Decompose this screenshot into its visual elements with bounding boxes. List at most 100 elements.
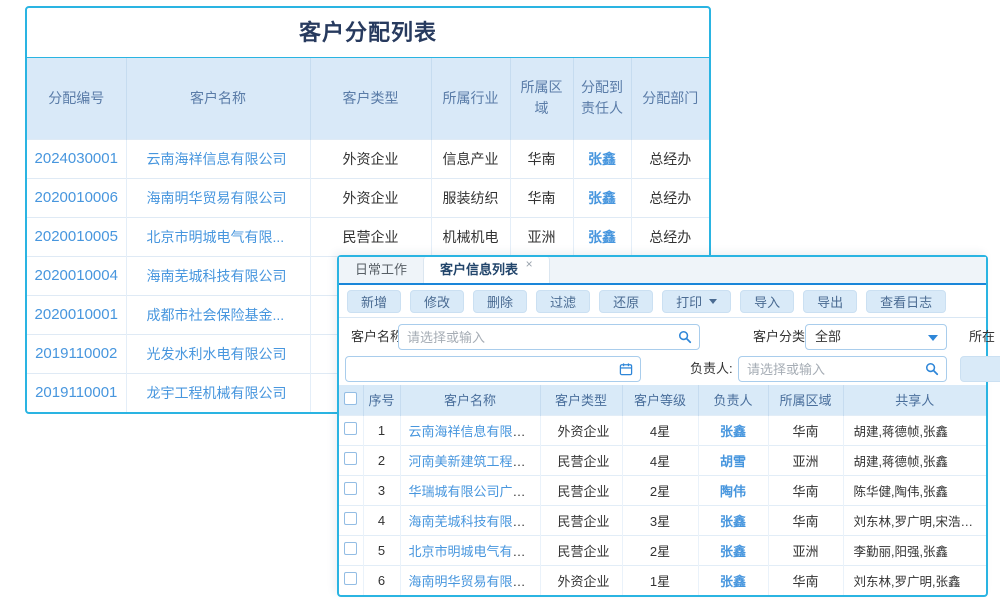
- row-checkbox[interactable]: [344, 572, 357, 585]
- customer-level-cell: 4星: [622, 415, 698, 445]
- view-log-button[interactable]: 查看日志: [866, 290, 946, 313]
- date-input[interactable]: [346, 357, 640, 381]
- print-button[interactable]: 打印: [662, 290, 731, 313]
- delete-button[interactable]: 删除: [473, 290, 527, 313]
- customer-type-cell: 外资企业: [310, 178, 431, 217]
- customer-name-link[interactable]: 云南海祥信息有限公司: [409, 424, 539, 439]
- shared-cell: 陈华健,陶伟,张鑫: [843, 475, 986, 505]
- allocation-id-link[interactable]: 2019110001: [35, 384, 117, 401]
- industry-cell: 服装纺织: [431, 178, 510, 217]
- owner-link[interactable]: 张鑫: [720, 424, 746, 439]
- row-checkbox[interactable]: [344, 542, 357, 555]
- customer-name-filter-box: [398, 324, 700, 350]
- row-checkbox[interactable]: [344, 512, 357, 525]
- table-row: 2020010006 海南明华贸易有限公司 外资企业 服装纺织 华南 张鑫 总经…: [27, 178, 709, 217]
- customer-header-row: 序号 客户名称 客户类型 客户等级 负责人 所属区域 共享人: [339, 385, 986, 415]
- customer-name-link[interactable]: 龙宇工程机械有限公司: [147, 385, 287, 401]
- region-cell: 华南: [510, 178, 573, 217]
- edit-button[interactable]: 修改: [410, 290, 464, 313]
- customer-type-cell: 外资企业: [540, 415, 622, 445]
- tab-customer-info-list[interactable]: 客户信息列表 ×: [423, 257, 550, 283]
- restore-button[interactable]: 还原: [599, 290, 653, 313]
- customer-type-cell: 外资企业: [310, 139, 431, 178]
- column-header-owner: 负责人: [698, 385, 768, 415]
- shared-cell: 胡建,蒋德帧,张鑫: [843, 415, 986, 445]
- customer-name-link[interactable]: 河南美新建筑工程公司: [409, 454, 539, 469]
- add-button[interactable]: 新增: [347, 290, 401, 313]
- allocation-id-link[interactable]: 2020010001: [35, 306, 118, 323]
- owner-input[interactable]: [739, 357, 946, 381]
- customer-name-link[interactable]: 成都市社会保险基金...: [147, 307, 285, 323]
- close-icon[interactable]: ×: [526, 257, 533, 271]
- index-cell: 3: [363, 475, 400, 505]
- date-filter-box: [345, 356, 641, 382]
- import-button[interactable]: 导入: [740, 290, 794, 313]
- shared-cell: 刘东林,罗广明,宋浩然,张鑫: [843, 505, 986, 535]
- row-checkbox[interactable]: [344, 482, 357, 495]
- owner-link[interactable]: 陶伟: [720, 484, 746, 499]
- customer-level-cell: 1星: [622, 565, 698, 595]
- page-title: 客户分配列表: [27, 8, 709, 58]
- owner-link[interactable]: 张鑫: [588, 151, 616, 167]
- search-icon[interactable]: [678, 330, 692, 344]
- allocation-id-link[interactable]: 2020010006: [35, 189, 118, 206]
- search-icon[interactable]: [925, 362, 939, 376]
- customer-name-link[interactable]: 北京市明城电气有限公司: [409, 544, 541, 559]
- customer-name-link[interactable]: 海南芜城科技有限公司: [409, 514, 539, 529]
- owner-filter-label: 负责人:: [690, 356, 733, 382]
- column-header-customer-type: 客户类型: [540, 385, 622, 415]
- region-cell: 华南: [768, 475, 843, 505]
- customer-name-link[interactable]: 海南明华贸易有限公司: [147, 190, 287, 206]
- allocation-id-link[interactable]: 2024030001: [35, 150, 118, 167]
- allocation-id-link[interactable]: 2019110002: [35, 345, 117, 362]
- allocation-id-link[interactable]: 2020010005: [35, 228, 118, 245]
- region-cell: 亚洲: [510, 217, 573, 256]
- allocation-id-link[interactable]: 2020010004: [35, 267, 118, 284]
- customer-type-cell: 民营企业: [540, 475, 622, 505]
- region-cell: 华南: [768, 415, 843, 445]
- customer-name-link[interactable]: 华瑞城有限公司广告设计部: [409, 484, 541, 499]
- customer-name-input[interactable]: [399, 325, 699, 349]
- index-cell: 4: [363, 505, 400, 535]
- search-button-fragment[interactable]: [960, 356, 1000, 382]
- selected-category-value: 全部: [815, 329, 841, 344]
- department-cell: 总经办: [631, 178, 709, 217]
- calendar-icon[interactable]: [619, 362, 633, 376]
- customer-name-link[interactable]: 光发水利水电有限公司: [147, 346, 287, 362]
- print-button-label: 打印: [676, 292, 702, 311]
- customer-name-link[interactable]: 北京市明城电气有限...: [147, 229, 285, 245]
- filter-button[interactable]: 过滤: [536, 290, 590, 313]
- row-checkbox[interactable]: [344, 452, 357, 465]
- table-row: 4 海南芜城科技有限公司 民营企业 3星 张鑫 华南 刘东林,罗广明,宋浩然,张…: [339, 505, 986, 535]
- column-header-industry: 所属行业: [431, 58, 510, 139]
- owner-link[interactable]: 张鑫: [720, 514, 746, 529]
- row-checkbox[interactable]: [344, 422, 357, 435]
- table-row: 2 河南美新建筑工程公司 民营企业 4星 胡雪 亚洲 胡建,蒋德帧,张鑫: [339, 445, 986, 475]
- column-header-region: 所属区域: [768, 385, 843, 415]
- owner-link[interactable]: 张鑫: [588, 229, 616, 245]
- select-all-checkbox[interactable]: [344, 392, 357, 405]
- customer-type-cell: 民营企业: [310, 217, 431, 256]
- table-row: 2020010005 北京市明城电气有限... 民营企业 机械机电 亚洲 张鑫 …: [27, 217, 709, 256]
- shared-cell: 胡建,蒋德帧,张鑫: [843, 445, 986, 475]
- customer-level-cell: 2星: [622, 475, 698, 505]
- dropdown-arrow-icon: [928, 335, 938, 341]
- column-header-customer-name: 客户名称: [126, 58, 310, 139]
- export-button[interactable]: 导出: [803, 290, 857, 313]
- tab-daily-work[interactable]: 日常工作: [339, 257, 423, 283]
- customer-category-select[interactable]: 全部: [805, 324, 947, 350]
- column-header-department: 分配部门: [631, 58, 709, 139]
- owner-link[interactable]: 张鑫: [720, 574, 746, 589]
- chevron-down-icon: [709, 299, 717, 304]
- owner-link[interactable]: 张鑫: [720, 544, 746, 559]
- owner-link[interactable]: 张鑫: [588, 190, 616, 206]
- customer-table: 序号 客户名称 客户类型 客户等级 负责人 所属区域 共享人 1 云南海祥信息有…: [339, 385, 986, 595]
- owner-link[interactable]: 胡雪: [720, 454, 746, 469]
- column-header-alloc-id: 分配编号: [27, 58, 126, 139]
- customer-name-link[interactable]: 海南芜城科技有限公司: [147, 268, 287, 284]
- customer-category-filter-label: 客户分类:: [753, 324, 809, 350]
- customer-name-link[interactable]: 云南海祥信息有限公司: [147, 151, 287, 167]
- tab-label: 客户信息列表: [440, 262, 518, 277]
- customer-name-link[interactable]: 海南明华贸易有限公司: [409, 574, 539, 589]
- filter-area: 客户名称: 客户分类: 全部 所在 负责人:: [339, 318, 986, 385]
